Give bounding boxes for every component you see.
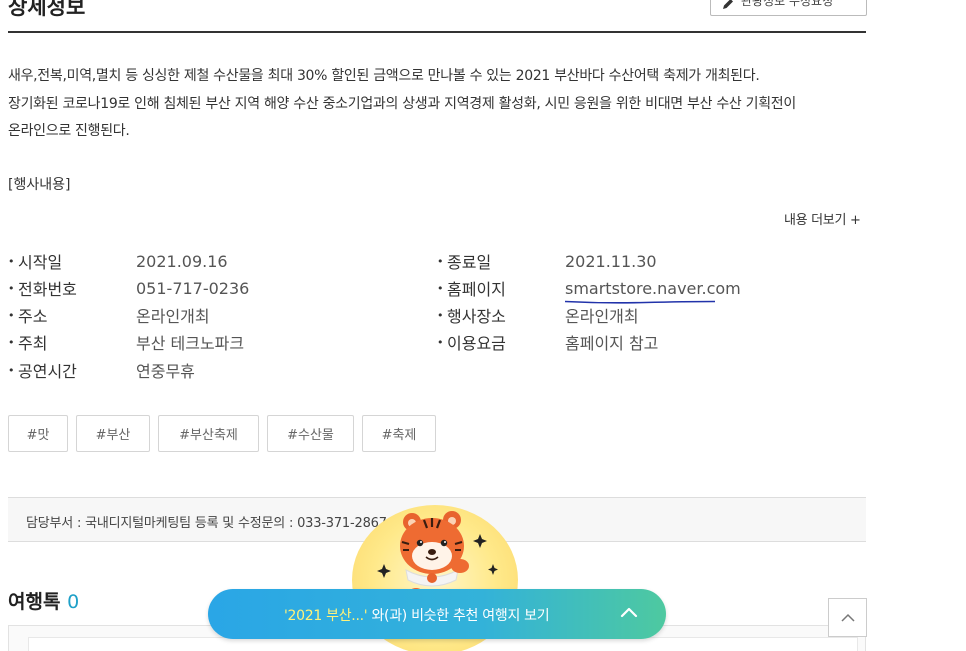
travel-talk-title: 여행톡 0 <box>8 587 79 614</box>
chevron-up-icon <box>841 613 855 622</box>
tag-list: #맛 #부산 #부산축제 #수산물 #축제 <box>8 415 436 452</box>
info-item-end-date: • 종료일 2021.11.30 <box>437 251 657 273</box>
description-line: 장기화된 코로나19로 인해 침체된 부산 지역 해양 수산 중소기업과의 상생… <box>8 95 796 112</box>
info-value: 홈페이지 참고 <box>565 334 659 353</box>
bullet: • <box>8 308 15 322</box>
info-label: 공연시간 <box>18 362 77 381</box>
info-value: 2021.09.16 <box>136 251 228 271</box>
event-heading: [행사내용] <box>8 177 71 193</box>
homepage-link[interactable]: smartstore.naver.com <box>565 279 741 298</box>
info-label: 주최 <box>18 334 48 353</box>
tag-button[interactable]: #부산 <box>76 415 150 452</box>
info-label: 이용요금 <box>447 334 506 353</box>
info-label: 전화번호 <box>18 280 77 299</box>
info-item-fee: • 이용요금 홈페이지 참고 <box>437 332 659 353</box>
bullet: • <box>437 308 444 322</box>
edit-request-button[interactable]: 관광정보 수정요청 <box>710 0 867 16</box>
info-label: 종료일 <box>447 253 492 272</box>
tag-button[interactable]: #축제 <box>362 415 436 452</box>
info-value: 부산 테크노파크 <box>136 334 245 353</box>
info-item-host: • 주최 부산 테크노파크 <box>8 332 245 353</box>
recommendation-text: '2021 부산...' 와(과) 비슷한 추천 여행지 보기 <box>284 605 550 625</box>
bullet: • <box>437 281 444 295</box>
bullet: • <box>8 363 15 377</box>
info-item-address: • 주소 온라인개최 <box>8 305 210 326</box>
info-item-venue: • 행사장소 온라인개최 <box>437 305 639 326</box>
travel-talk-count: 0 <box>67 591 80 613</box>
info-value: 051-717-0236 <box>136 278 250 298</box>
info-label: 주소 <box>18 307 48 326</box>
similar-recommendation-bar[interactable]: '2021 부산...' 와(과) 비슷한 추천 여행지 보기 <box>208 589 666 639</box>
info-value: 온라인개최 <box>136 307 210 326</box>
edit-request-label: 관광정보 수정요청 <box>741 0 834 8</box>
chevron-up-icon[interactable] <box>620 605 638 619</box>
bullet: • <box>8 254 15 268</box>
tag-button[interactable]: #수산물 <box>267 415 354 452</box>
info-label: 홈페이지 <box>447 280 506 299</box>
info-item-phone: • 전화번호 051-717-0236 <box>8 278 250 300</box>
info-item-show-time: • 공연시간 연중무휴 <box>8 360 195 381</box>
info-label: 행사장소 <box>447 307 506 326</box>
description: 새우,전복,미역,멸치 등 싱싱한 제철 수산물을 최대 30% 할인된 금액으… <box>8 63 868 146</box>
travel-talk-label: 여행톡 <box>8 591 61 613</box>
recommendation-label: 와(과) 비슷한 추천 여행지 보기 <box>367 608 550 624</box>
department-info: 담당부서 : 국내디지털마케팅팀 등록 및 수정문의 : 033-371-286… <box>26 516 387 531</box>
more-content-link[interactable]: 내용 더보기 + <box>784 209 861 228</box>
pencil-icon <box>723 0 733 9</box>
tag-button[interactable]: #부산축제 <box>158 415 259 452</box>
description-line: 새우,전복,미역,멸치 등 싱싱한 제철 수산물을 최대 30% 할인된 금액으… <box>8 68 760 84</box>
description-line: 온라인으로 진행된다. <box>8 123 130 139</box>
bullet: • <box>437 335 444 349</box>
info-label: 시작일 <box>18 253 63 272</box>
bullet: • <box>437 254 444 268</box>
info-value: 2021.11.30 <box>565 251 657 271</box>
info-value: 연중무휴 <box>136 362 195 381</box>
page-title: 상세정보 <box>8 0 86 19</box>
tag-button[interactable]: #맛 <box>8 415 68 452</box>
info-item-homepage: • 홈페이지 smartstore.naver.com <box>437 278 741 300</box>
bullet: • <box>8 335 15 349</box>
info-value: 온라인개최 <box>565 307 639 326</box>
bullet: • <box>8 281 15 295</box>
info-item-start-date: • 시작일 2021.09.16 <box>8 251 228 273</box>
title-divider <box>8 31 866 33</box>
recommendation-highlight: '2021 부산...' <box>284 608 368 624</box>
scroll-top-button[interactable] <box>828 598 867 637</box>
